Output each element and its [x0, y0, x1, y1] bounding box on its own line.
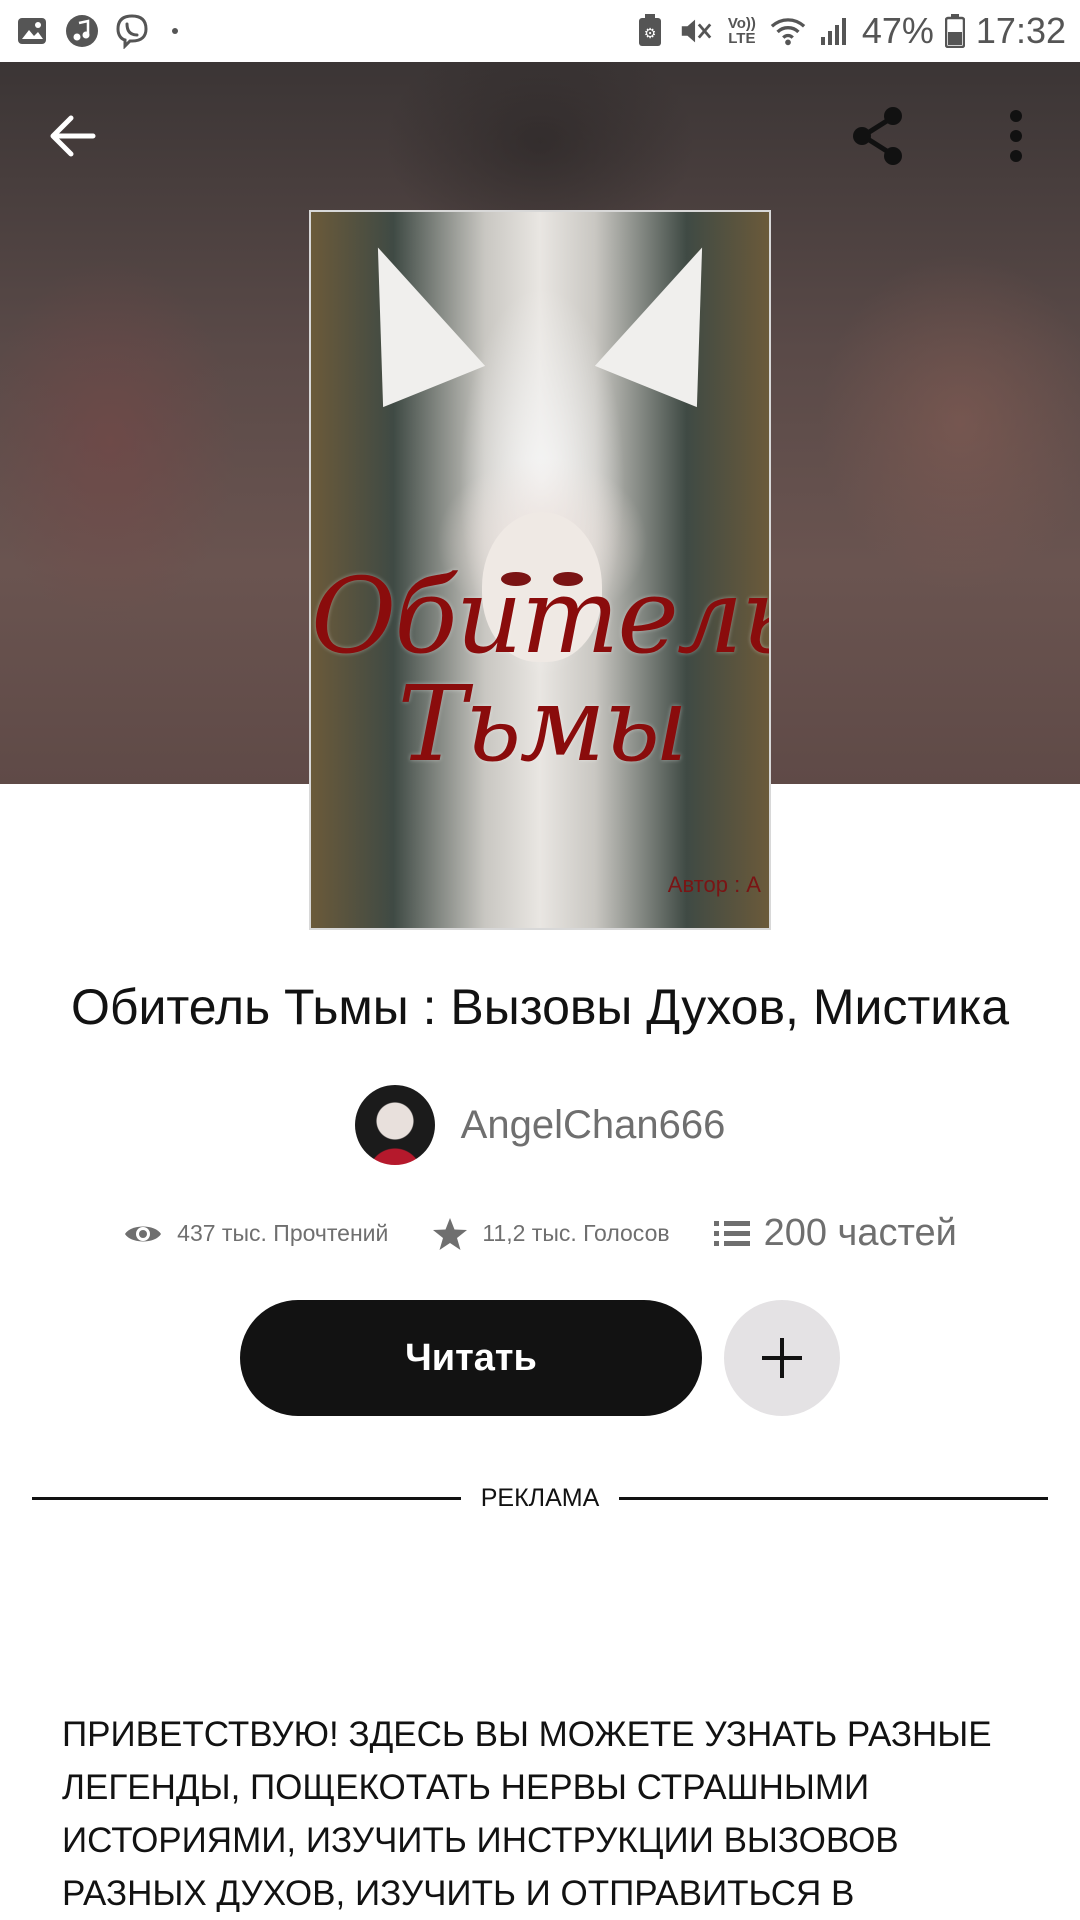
avatar[interactable]: [354, 1085, 435, 1165]
cover-author-tag: Автор : А: [667, 872, 761, 897]
stats-row: 437 тыс. Прочтений 11,2 тыс. Голосов 200…: [0, 1212, 1080, 1255]
status-bar: ⚙ Vo)) LTE 47% 17:32: [0, 0, 1080, 62]
actions-row: Читать: [240, 1300, 840, 1416]
wifi-icon: [770, 13, 806, 49]
votes-stat: 11,2 тыс. Голосов: [432, 1217, 670, 1251]
viber-icon: [114, 13, 150, 49]
share-icon: [853, 107, 902, 165]
book-title: Обитель Тьмы : Вызовы Духов, Мистика: [70, 979, 1010, 1035]
battery-percent: 47%: [861, 10, 934, 51]
add-to-library-button[interactable]: [724, 1300, 840, 1416]
more-vertical-icon: [1010, 110, 1022, 162]
votes-count: 11,2 тыс. Голосов: [482, 1220, 670, 1246]
dot-icon: [172, 28, 178, 34]
back-arrow-icon: [50, 115, 96, 157]
star-icon: [433, 1217, 468, 1250]
more-options-button[interactable]: [968, 88, 1064, 184]
vibrate-mute-icon: [678, 13, 714, 49]
divider-line: [619, 1497, 1048, 1500]
svg-text:⚙: ⚙: [644, 26, 657, 42]
cover-title: Обитель Тьмы: [311, 555, 771, 785]
cover-art-ear: [326, 226, 486, 408]
book-description: ПРИВЕТСТВУЮ! ЗДЕСЬ ВЫ МОЖЕТЕ УЗНАТЬ РАЗН…: [62, 1715, 992, 1913]
signal-icon: [816, 13, 852, 49]
ad-divider: РЕКЛАМА: [32, 1484, 1048, 1513]
share-button[interactable]: [830, 88, 926, 184]
read-button[interactable]: Читать: [240, 1300, 702, 1416]
reads-stat: 437 тыс. Прочтений: [123, 1220, 388, 1248]
author-name[interactable]: AngelChan666: [461, 1103, 726, 1148]
battery-icon: [944, 13, 966, 49]
author-link[interactable]: AngelChan666: [0, 1085, 1080, 1165]
silent-icon: ⚙: [632, 13, 668, 49]
plus-icon: [762, 1338, 802, 1378]
volte-icon: Vo)) LTE: [727, 15, 756, 47]
divider-line: [32, 1497, 461, 1500]
cover-art-ear: [594, 226, 754, 408]
list-icon: [713, 1220, 750, 1246]
gallery-icon: [14, 13, 50, 49]
reads-count: 437 тыс. Прочтений: [177, 1220, 389, 1246]
music-icon: [64, 13, 100, 49]
parts-count[interactable]: 200 частей: [764, 1212, 957, 1255]
back-button[interactable]: [24, 88, 120, 184]
ad-label: РЕКЛАМА: [480, 1484, 600, 1512]
status-time: 17:32: [975, 10, 1066, 51]
book-cover[interactable]: Обитель Тьмы Автор : А: [309, 210, 771, 930]
eye-icon: [125, 1226, 162, 1241]
parts-stat[interactable]: 200 частей: [713, 1212, 957, 1255]
